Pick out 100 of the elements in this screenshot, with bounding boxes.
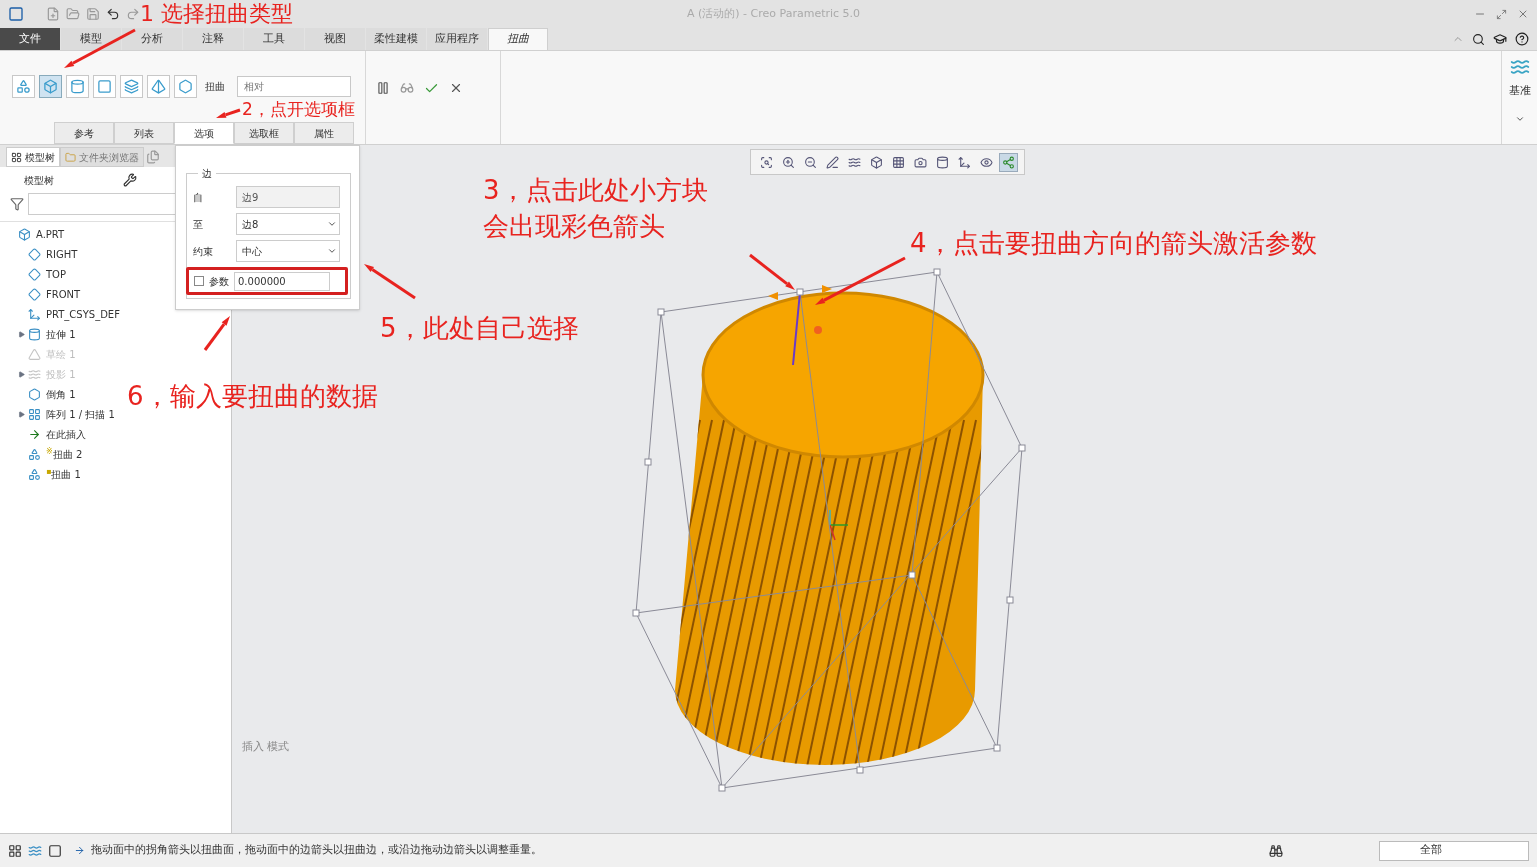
close-icon[interactable] bbox=[1517, 8, 1529, 20]
sub-tab[interactable]: 选项 bbox=[174, 122, 234, 144]
app-icon[interactable] bbox=[8, 6, 24, 22]
shape-icon bbox=[70, 79, 85, 94]
tree-item[interactable]: RIGHT bbox=[46, 246, 78, 262]
tree-item[interactable]: FRONT bbox=[46, 286, 81, 302]
panel-title: 模型树 bbox=[24, 173, 54, 188]
shape-icon bbox=[97, 79, 112, 94]
warp-type-button[interactable] bbox=[12, 75, 35, 98]
feature-icon bbox=[28, 267, 41, 281]
feature-icon bbox=[28, 387, 41, 401]
tree-item[interactable]: PRT_CSYS_DEF bbox=[46, 306, 120, 322]
feature-icon bbox=[28, 327, 41, 341]
selection-filter-dropdown[interactable]: 全部 bbox=[1379, 840, 1529, 861]
expand-icon[interactable] bbox=[18, 329, 28, 339]
save-icon[interactable] bbox=[86, 7, 100, 21]
field-label: 至 bbox=[193, 217, 204, 232]
sub-tab[interactable]: 参考 bbox=[54, 122, 114, 144]
warp-type-button[interactable] bbox=[120, 75, 143, 98]
tree-item[interactable]: 倒角 1 bbox=[46, 386, 76, 402]
view-tool-icon bbox=[892, 155, 905, 169]
view-tool-button[interactable] bbox=[999, 152, 1018, 172]
ribbon-tab[interactable]: 工具 bbox=[244, 28, 304, 50]
pointer-arrow bbox=[364, 264, 416, 300]
tutorial-annotation: 会出现彩色箭头 bbox=[483, 210, 665, 243]
warp-type-button[interactable] bbox=[39, 75, 62, 98]
sub-tab[interactable]: 属性 bbox=[294, 122, 354, 144]
warp-type-button[interactable] bbox=[66, 75, 89, 98]
tree-item[interactable]: $^{▪}$扭曲 1 bbox=[46, 466, 81, 482]
feature-icon bbox=[18, 227, 31, 241]
tree-item[interactable]: TOP bbox=[46, 266, 66, 282]
mode-dropdown[interactable]: 相对 bbox=[237, 76, 351, 97]
tree-item[interactable]: 在此插入 bbox=[46, 426, 86, 442]
redo-icon[interactable] bbox=[126, 7, 140, 21]
feature-icon bbox=[28, 407, 41, 421]
tutorial-annotation: 5，此处自己选择 bbox=[380, 312, 579, 345]
help-icon[interactable] bbox=[1515, 32, 1529, 46]
expand-icon[interactable] bbox=[18, 409, 28, 419]
open-folder-icon[interactable] bbox=[66, 7, 80, 21]
view-tool-icon bbox=[848, 155, 861, 169]
preview-icon[interactable] bbox=[400, 81, 414, 95]
feature-icon bbox=[28, 307, 41, 321]
warp-type-button[interactable] bbox=[174, 75, 197, 98]
edge-dropdown[interactable]: 中心 bbox=[236, 240, 340, 262]
parameter-input[interactable]: 0.000000 bbox=[234, 271, 330, 291]
panel-tab[interactable]: 文件夹浏览器 bbox=[60, 147, 144, 167]
tree-item[interactable]: 阵列 1 / 扫描 1 bbox=[46, 406, 115, 422]
sub-tab[interactable]: 选取框 bbox=[234, 122, 294, 144]
edge-field[interactable]: 边9 bbox=[236, 186, 340, 208]
search-icon[interactable] bbox=[1472, 32, 1485, 46]
ribbon-tab[interactable]: 模型 bbox=[61, 28, 121, 50]
warp-type-button[interactable] bbox=[93, 75, 116, 98]
group-title: 边 bbox=[198, 166, 216, 181]
ribbon-tab[interactable]: 扭曲 bbox=[488, 28, 548, 50]
shape-icon bbox=[151, 79, 166, 94]
ribbon-tab[interactable]: 应用程序 bbox=[427, 28, 487, 50]
cancel-icon[interactable] bbox=[449, 81, 463, 95]
checkbox[interactable] bbox=[194, 276, 204, 286]
tree-item[interactable]: A.PRT bbox=[36, 226, 65, 242]
panel-tab[interactable]: 模型树 bbox=[6, 147, 60, 167]
warp-type-button[interactable] bbox=[147, 75, 170, 98]
feature-icon bbox=[28, 247, 41, 261]
tutorial-annotation: 4，点击要扭曲方向的箭头激活参数 bbox=[910, 227, 1317, 260]
ribbon-tab[interactable]: 柔性建模 bbox=[366, 28, 426, 50]
tutorial-annotation: 6，输入要扭曲的数据 bbox=[127, 380, 378, 413]
feature-icon bbox=[28, 347, 41, 361]
sub-tab[interactable]: 列表 bbox=[114, 122, 174, 144]
shape-icon bbox=[43, 79, 58, 94]
feature-icon bbox=[28, 427, 41, 441]
group-label: 扭曲 bbox=[205, 80, 225, 94]
tree-toggle-icon[interactable] bbox=[8, 843, 22, 858]
folder-icon bbox=[65, 151, 76, 163]
ribbon-tab[interactable]: 视图 bbox=[305, 28, 365, 50]
filter-input[interactable] bbox=[28, 193, 178, 215]
learning-icon[interactable] bbox=[1493, 32, 1507, 46]
tutorial-annotation: 3，点击此处小方块 bbox=[483, 174, 708, 207]
tools-icon[interactable] bbox=[123, 173, 137, 187]
ribbon-tab[interactable]: 文件 bbox=[0, 28, 60, 50]
ribbon-tab[interactable]: 分析 bbox=[122, 28, 182, 50]
tree-item[interactable]: $^{※}$扭曲 2 bbox=[46, 446, 83, 462]
cylinder-drawing[interactable] bbox=[675, 291, 985, 765]
datum-label[interactable]: 基准 bbox=[1508, 83, 1531, 100]
undo-icon[interactable] bbox=[106, 7, 120, 21]
find-icon[interactable] bbox=[1269, 843, 1283, 858]
tutorial-annotation: 2，点开选项框 bbox=[242, 99, 355, 119]
layers-tab-icon[interactable] bbox=[146, 150, 160, 164]
maximize-icon[interactable] bbox=[1496, 8, 1507, 20]
bounding-cage-drawing[interactable] bbox=[632, 268, 1026, 792]
window-icon[interactable] bbox=[48, 843, 62, 858]
pause-icon[interactable] bbox=[376, 81, 390, 95]
feature-icon bbox=[28, 467, 41, 481]
view-tool-icon bbox=[958, 155, 971, 169]
tree-item[interactable]: 拉伸 1 bbox=[46, 326, 76, 342]
view-tool-icon bbox=[826, 155, 839, 169]
field-label: 参数 bbox=[209, 274, 229, 289]
curve-icon[interactable] bbox=[1509, 57, 1530, 77]
ribbon-tab[interactable]: 注释 bbox=[183, 28, 243, 50]
edge-dropdown[interactable]: 边8 bbox=[236, 213, 340, 235]
new-file-icon[interactable] bbox=[46, 7, 60, 21]
feature-icon bbox=[28, 287, 41, 301]
